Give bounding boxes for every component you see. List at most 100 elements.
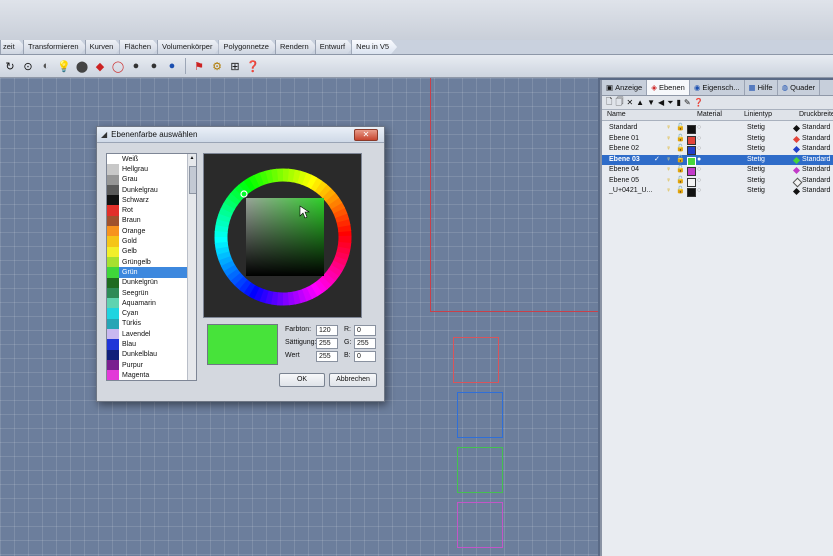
ball-icon[interactable]: ● bbox=[164, 58, 180, 74]
current-layer-check-icon[interactable]: ✓ bbox=[654, 155, 660, 166]
viewport-square-red[interactable] bbox=[453, 337, 499, 383]
layer-row[interactable]: Standard ♀ 🔓 ○ Stetig Standard bbox=[602, 123, 833, 134]
sphere-solid-icon[interactable]: ● bbox=[146, 58, 162, 74]
viewport-square-green[interactable] bbox=[457, 447, 503, 493]
tab-transformieren[interactable]: Transformieren bbox=[23, 40, 87, 54]
tab-kurven[interactable]: Kurven bbox=[85, 40, 122, 54]
material-icon[interactable]: ○ bbox=[697, 165, 701, 176]
color-list-item[interactable]: Braun bbox=[107, 215, 196, 227]
print-color-icon[interactable] bbox=[792, 135, 801, 143]
lock-icon[interactable]: 🔓 bbox=[676, 165, 685, 176]
layer-row[interactable]: _U+0421_U... ♀ 🔓 ○ Stetig Standard bbox=[602, 186, 833, 197]
color-list-item[interactable]: Aquamarin bbox=[107, 298, 196, 309]
move-up-icon[interactable]: ▲ bbox=[636, 98, 644, 107]
lightbulb-icon[interactable]: ♀ bbox=[666, 134, 671, 145]
color-list-item[interactable]: Orange bbox=[107, 226, 196, 237]
tab-anzeige[interactable]: ▣ Anzeige bbox=[602, 80, 648, 95]
material-icon[interactable]: ○ bbox=[697, 134, 701, 145]
material-icon[interactable]: ○ bbox=[697, 144, 701, 155]
color-list-item[interactable]: Gold bbox=[107, 236, 196, 247]
lightbulb-icon[interactable]: ♀ bbox=[666, 165, 671, 176]
material-icon[interactable]: ○ bbox=[697, 186, 701, 197]
color-list-item[interactable]: Grüngelb bbox=[107, 256, 196, 268]
color-list-item[interactable]: Gelb bbox=[107, 246, 196, 257]
tools-icon[interactable]: ▮ bbox=[677, 98, 681, 107]
tab-quader[interactable]: ◍ Quader bbox=[778, 80, 821, 95]
color-list-item[interactable]: Blau bbox=[107, 339, 196, 350]
tab-hilfe[interactable]: ▦ Hilfe bbox=[745, 80, 778, 95]
new-layer-icon[interactable]: 🗋 bbox=[606, 96, 612, 110]
sphere-icon[interactable]: ◐ bbox=[38, 58, 54, 74]
redo-icon[interactable]: ↻ bbox=[2, 58, 18, 74]
tab-neu-in-v5[interactable]: Neu in V5 bbox=[351, 40, 397, 54]
color-list-item[interactable]: Dunkelgrün bbox=[107, 277, 196, 288]
color-list-item[interactable]: Grau bbox=[107, 174, 196, 185]
tab-rendern[interactable]: Rendern bbox=[275, 40, 317, 54]
circle-icon[interactable]: ◯ bbox=[110, 58, 126, 74]
col-print[interactable]: Druckbreite bbox=[794, 110, 833, 120]
layer-row[interactable]: Ebene 05 ♀ 🔓 ○ Stetig Standard bbox=[602, 176, 833, 187]
color-list-item[interactable]: Weiß bbox=[107, 154, 196, 165]
col-linetype[interactable]: Linientyp bbox=[739, 110, 794, 120]
material-icon[interactable]: ○ bbox=[697, 123, 701, 134]
color-wheel[interactable] bbox=[204, 154, 361, 317]
color-list-item[interactable]: Grün bbox=[107, 267, 196, 278]
scroll-thumb[interactable] bbox=[189, 166, 196, 194]
lightbulb-icon[interactable]: ♀ bbox=[666, 155, 671, 166]
lightbulb-icon[interactable]: ♀ bbox=[666, 123, 671, 134]
color-list-item[interactable]: Purpur bbox=[107, 359, 196, 371]
material-icon[interactable]: ○ bbox=[697, 176, 701, 187]
b-input[interactable]: 0 bbox=[354, 351, 376, 362]
lock-icon[interactable]: 🔓 bbox=[676, 155, 685, 166]
help-icon[interactable]: ❓ bbox=[245, 58, 261, 74]
select-icon[interactable]: ⊙ bbox=[20, 58, 36, 74]
dialog-titlebar[interactable]: ◢ Ebenenfarbe auswählen bbox=[97, 127, 384, 143]
wrench-icon[interactable]: ✎ bbox=[684, 98, 691, 107]
render-icon[interactable]: ⬤ bbox=[74, 58, 90, 74]
layer-row-selected[interactable]: Ebene 03 ✓ ♀ 🔓 ● Stetig Standard bbox=[602, 154, 833, 166]
viewport-square-magenta[interactable] bbox=[457, 502, 503, 548]
gear-icon[interactable]: ⚙ bbox=[209, 58, 225, 74]
color-list-item[interactable]: Seegrün bbox=[107, 287, 196, 299]
print-color-icon[interactable] bbox=[792, 156, 801, 164]
print-color-icon[interactable] bbox=[792, 145, 801, 154]
color-list-item[interactable]: Dunkelblau bbox=[107, 349, 196, 360]
g-input[interactable]: 255 bbox=[354, 338, 376, 349]
tab-flaechen[interactable]: Flächen bbox=[119, 40, 159, 54]
lock-icon[interactable]: 🔓 bbox=[676, 176, 685, 187]
torus-icon[interactable]: ● bbox=[128, 58, 144, 74]
lightbulb-icon[interactable]: ♀ bbox=[666, 144, 671, 155]
hue-input[interactable]: 120 bbox=[316, 325, 338, 336]
tab-eigenschaften[interactable]: ◉ Eigensch... bbox=[690, 80, 745, 95]
help-icon[interactable]: ❓ bbox=[694, 98, 704, 107]
cancel-button[interactable]: Abbrechen bbox=[329, 373, 377, 387]
tab-ebenen[interactable]: ◈ Ebenen bbox=[647, 80, 690, 95]
print-color-icon[interactable] bbox=[792, 187, 801, 196]
move-down-icon[interactable]: ▼ bbox=[647, 98, 655, 107]
viewport-square-blue[interactable] bbox=[457, 392, 503, 438]
lock-icon[interactable]: 🔓 bbox=[676, 144, 685, 155]
color-list-item[interactable]: Cyan bbox=[107, 308, 196, 319]
flag-icon[interactable]: ⚑ bbox=[191, 58, 207, 74]
print-color-icon[interactable] bbox=[792, 124, 801, 133]
material-icon[interactable]: ● bbox=[697, 155, 701, 166]
col-name[interactable]: Name bbox=[602, 110, 692, 120]
delete-layer-icon[interactable]: ✕ bbox=[626, 98, 633, 107]
close-button[interactable]: ✕ bbox=[354, 129, 378, 141]
filter-icon[interactable]: ⏷ bbox=[667, 98, 673, 108]
color-list-item[interactable]: Rot bbox=[107, 205, 196, 216]
print-color-icon[interactable] bbox=[792, 166, 801, 175]
layer-row[interactable]: Ebene 04 ♀ 🔓 ○ Stetig Standard bbox=[602, 165, 833, 176]
tab-polygonnetze[interactable]: Polygonnetze bbox=[218, 40, 276, 54]
color-list-item[interactable]: Türkis bbox=[107, 318, 196, 330]
lock-icon[interactable]: 🔓 bbox=[676, 123, 685, 134]
color-list-item[interactable]: Lavendel bbox=[107, 329, 196, 340]
color-list-item[interactable]: Hellgrau bbox=[107, 164, 196, 175]
color-list-item[interactable]: Schwarz bbox=[107, 195, 196, 206]
move-parent-icon[interactable]: ◀ bbox=[658, 98, 664, 107]
layer-color-swatch[interactable] bbox=[687, 188, 696, 197]
lock-icon[interactable]: 🔓 bbox=[676, 186, 685, 197]
color-wheel-area[interactable] bbox=[203, 153, 362, 318]
lock-icon[interactable]: 🔓 bbox=[676, 134, 685, 145]
ok-button[interactable]: OK bbox=[279, 373, 325, 387]
